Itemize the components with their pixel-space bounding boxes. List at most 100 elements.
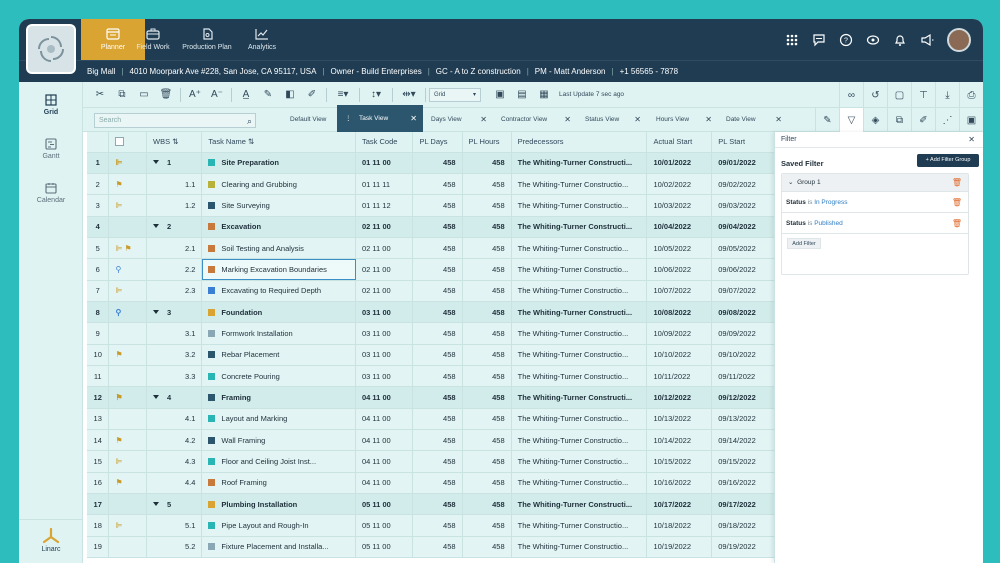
highlight-icon[interactable]: ✎ bbox=[257, 86, 279, 104]
wbs-cell[interactable]: 3 bbox=[146, 301, 203, 324]
task-name-cell[interactable]: Rebar Placement bbox=[201, 344, 356, 366]
task-name-cell[interactable]: Site Surveying bbox=[201, 194, 356, 217]
pl-hours-cell[interactable]: 458 bbox=[462, 194, 512, 217]
task-color-swatch[interactable] bbox=[208, 180, 216, 188]
task-name-cell[interactable]: Excavating to Required Depth bbox=[201, 280, 356, 302]
wbs-cell[interactable]: 4.1 bbox=[146, 408, 203, 430]
sort-icon[interactable]: ⇅ bbox=[172, 137, 178, 146]
task-color-swatch[interactable] bbox=[208, 415, 216, 423]
wbs-cell[interactable]: 2.2 bbox=[146, 258, 203, 281]
task-code-cell[interactable]: 04 11 00 bbox=[355, 386, 414, 409]
table-row[interactable]: 13 4.1 Layout and Marking 04 11 00 458 458 The… bbox=[87, 408, 775, 430]
task-color-swatch[interactable] bbox=[208, 436, 216, 444]
pl-days-cell[interactable]: 458 bbox=[412, 344, 463, 366]
actual-start-cell[interactable]: 10/18/2022 bbox=[646, 514, 713, 537]
trash-icon[interactable]: 🗑 bbox=[952, 192, 962, 213]
predecessors-cell[interactable]: The Whiting-Turner Constructio... bbox=[511, 514, 648, 537]
task-color-swatch[interactable] bbox=[208, 265, 216, 273]
sidebar-item-calendar[interactable]: Calendar bbox=[19, 182, 83, 204]
megaphone-icon[interactable] bbox=[920, 33, 934, 47]
save-icon[interactable]: ▣ bbox=[959, 108, 983, 132]
pl-start-cell[interactable]: 09/01/2022 bbox=[711, 152, 775, 174]
wbs-cell[interactable]: 1.2 bbox=[146, 194, 203, 217]
pl-start-cell[interactable]: 09/14/2022 bbox=[711, 429, 775, 452]
predecessors-cell[interactable]: The Whiting-Turner Constructio... bbox=[511, 344, 648, 366]
wbs-cell[interactable]: 5 bbox=[146, 493, 203, 516]
signal-icon[interactable]: ⚲ bbox=[115, 308, 121, 317]
pl-days-cell[interactable]: 458 bbox=[412, 493, 463, 516]
pl-start-cell[interactable]: 09/09/2022 bbox=[711, 322, 775, 345]
gantt-bar-icon[interactable]: ⊫ bbox=[115, 286, 122, 295]
pl-start-cell[interactable]: 09/05/2022 bbox=[711, 237, 775, 260]
view-tab-hours[interactable]: Hours View ✕ bbox=[648, 108, 718, 132]
predecessors-cell[interactable]: The Whiting-Turner Constructi... bbox=[511, 216, 648, 238]
task-name-cell[interactable]: Formwork Installation bbox=[201, 322, 356, 345]
pl-hours-cell[interactable]: 458 bbox=[462, 173, 512, 196]
table-row[interactable]: 3 ⊫ 1.2 Site Surveying 01 11 12 458 458 The Whi… bbox=[87, 194, 775, 217]
task-name-cell[interactable]: Marking Excavation Boundaries bbox=[201, 258, 356, 281]
task-color-swatch[interactable] bbox=[208, 543, 216, 551]
history-icon[interactable]: ↺ bbox=[863, 82, 887, 108]
actual-start-cell[interactable]: 10/01/2022 bbox=[646, 152, 713, 174]
pl-days-cell[interactable]: 458 bbox=[412, 216, 463, 238]
border-color-icon[interactable]: ✐ bbox=[301, 86, 323, 104]
copy-icon[interactable]: ⧉ bbox=[111, 86, 133, 104]
pl-days-cell[interactable]: 458 bbox=[412, 258, 463, 281]
actual-start-cell[interactable]: 10/02/2022 bbox=[646, 173, 713, 196]
task-name-cell[interactable]: Roof Framing bbox=[201, 472, 356, 495]
task-name-cell[interactable]: Soil Testing and Analysis bbox=[201, 237, 356, 260]
table-row[interactable]: 11 3.3 Concrete Pouring 03 11 00 458 458 The W… bbox=[87, 365, 775, 388]
actual-start-cell[interactable]: 10/07/2022 bbox=[646, 280, 713, 302]
table-row[interactable]: 10 ⚑ 3.2 Rebar Placement 03 11 00 458 458 The W… bbox=[87, 344, 775, 366]
pl-hours-cell[interactable]: 458 bbox=[462, 386, 512, 409]
pl-hours-cell[interactable]: 458 bbox=[462, 450, 512, 473]
search-input[interactable]: Search ⌕ bbox=[94, 113, 256, 128]
wbs-cell[interactable]: 4.2 bbox=[146, 429, 203, 452]
task-color-swatch[interactable] bbox=[208, 479, 216, 487]
wbs-cell[interactable]: 4.4 bbox=[146, 472, 203, 495]
task-code-cell[interactable]: 05 11 00 bbox=[355, 493, 414, 516]
expand-triangle-icon[interactable] bbox=[153, 309, 160, 314]
pl-start-cell[interactable]: 09/08/2022 bbox=[711, 301, 775, 324]
pl-days-cell[interactable]: 458 bbox=[412, 365, 463, 388]
column-header-wbs[interactable]: WBS ⇅ bbox=[146, 132, 203, 153]
flag-icon[interactable]: ⚑ bbox=[115, 393, 122, 402]
table-row[interactable]: 8 ⚲ 3 Foundation 03 11 00 458 458 The Whiting-T… bbox=[87, 301, 775, 324]
task-color-swatch[interactable] bbox=[208, 308, 216, 316]
expand-triangle-icon[interactable] bbox=[153, 394, 160, 399]
gantt-bar-icon[interactable]: ⊫ bbox=[115, 521, 122, 530]
task-code-cell[interactable]: 03 11 00 bbox=[355, 322, 414, 345]
table-row[interactable]: 19 5.2 Fixture Placement and Installa... 05… bbox=[87, 536, 775, 559]
task-code-cell[interactable]: 04 11 00 bbox=[355, 429, 414, 452]
column-header-actual-start[interactable]: Actual Start bbox=[646, 132, 713, 153]
task-code-cell[interactable]: 02 11 00 bbox=[355, 258, 414, 281]
pl-hours-cell[interactable]: 458 bbox=[462, 216, 512, 238]
download-icon[interactable]: ⤓ bbox=[935, 82, 959, 108]
task-color-swatch[interactable] bbox=[208, 372, 216, 380]
expand-triangle-icon[interactable] bbox=[153, 501, 160, 506]
task-code-cell[interactable]: 01 11 00 bbox=[355, 152, 414, 174]
expand-triangle-icon[interactable] bbox=[153, 160, 160, 165]
font-decrease-icon[interactable]: A⁻ bbox=[206, 86, 228, 104]
actual-start-cell[interactable]: 10/16/2022 bbox=[646, 472, 713, 495]
pl-days-cell[interactable]: 458 bbox=[412, 450, 463, 473]
task-color-swatch[interactable] bbox=[208, 287, 216, 295]
task-code-cell[interactable]: 01 11 12 bbox=[355, 194, 414, 217]
pl-hours-cell[interactable]: 458 bbox=[462, 152, 512, 174]
table-row[interactable]: 16 ⚑ 4.4 Roof Framing 04 11 00 458 458 The Whit… bbox=[87, 472, 775, 495]
predecessors-cell[interactable]: The Whiting-Turner Constructio... bbox=[511, 237, 648, 260]
table-row[interactable]: 2 ⚑ 1.1 Clearing and Grubbing 01 11 11 458 458… bbox=[87, 173, 775, 196]
sort-icon[interactable]: ⇅ bbox=[248, 137, 254, 146]
task-color-swatch[interactable] bbox=[208, 393, 216, 401]
task-color-swatch[interactable] bbox=[208, 159, 216, 167]
help-icon[interactable]: ? bbox=[839, 33, 853, 47]
wbs-cell[interactable]: 4 bbox=[146, 386, 203, 409]
share-icon[interactable]: ⋰ bbox=[935, 108, 959, 132]
task-color-swatch[interactable] bbox=[208, 522, 216, 530]
pin-top-icon[interactable]: ⊤ bbox=[911, 82, 935, 108]
predecessors-cell[interactable]: The Whiting-Turner Constructi... bbox=[511, 152, 648, 174]
predecessors-cell[interactable]: The Whiting-Turner Constructio... bbox=[511, 194, 648, 217]
view-tab-contractor[interactable]: Contractor View ✕ bbox=[493, 108, 577, 132]
pl-start-cell[interactable]: 09/17/2022 bbox=[711, 493, 775, 516]
duplicate-icon[interactable]: ⧉ bbox=[887, 108, 911, 132]
